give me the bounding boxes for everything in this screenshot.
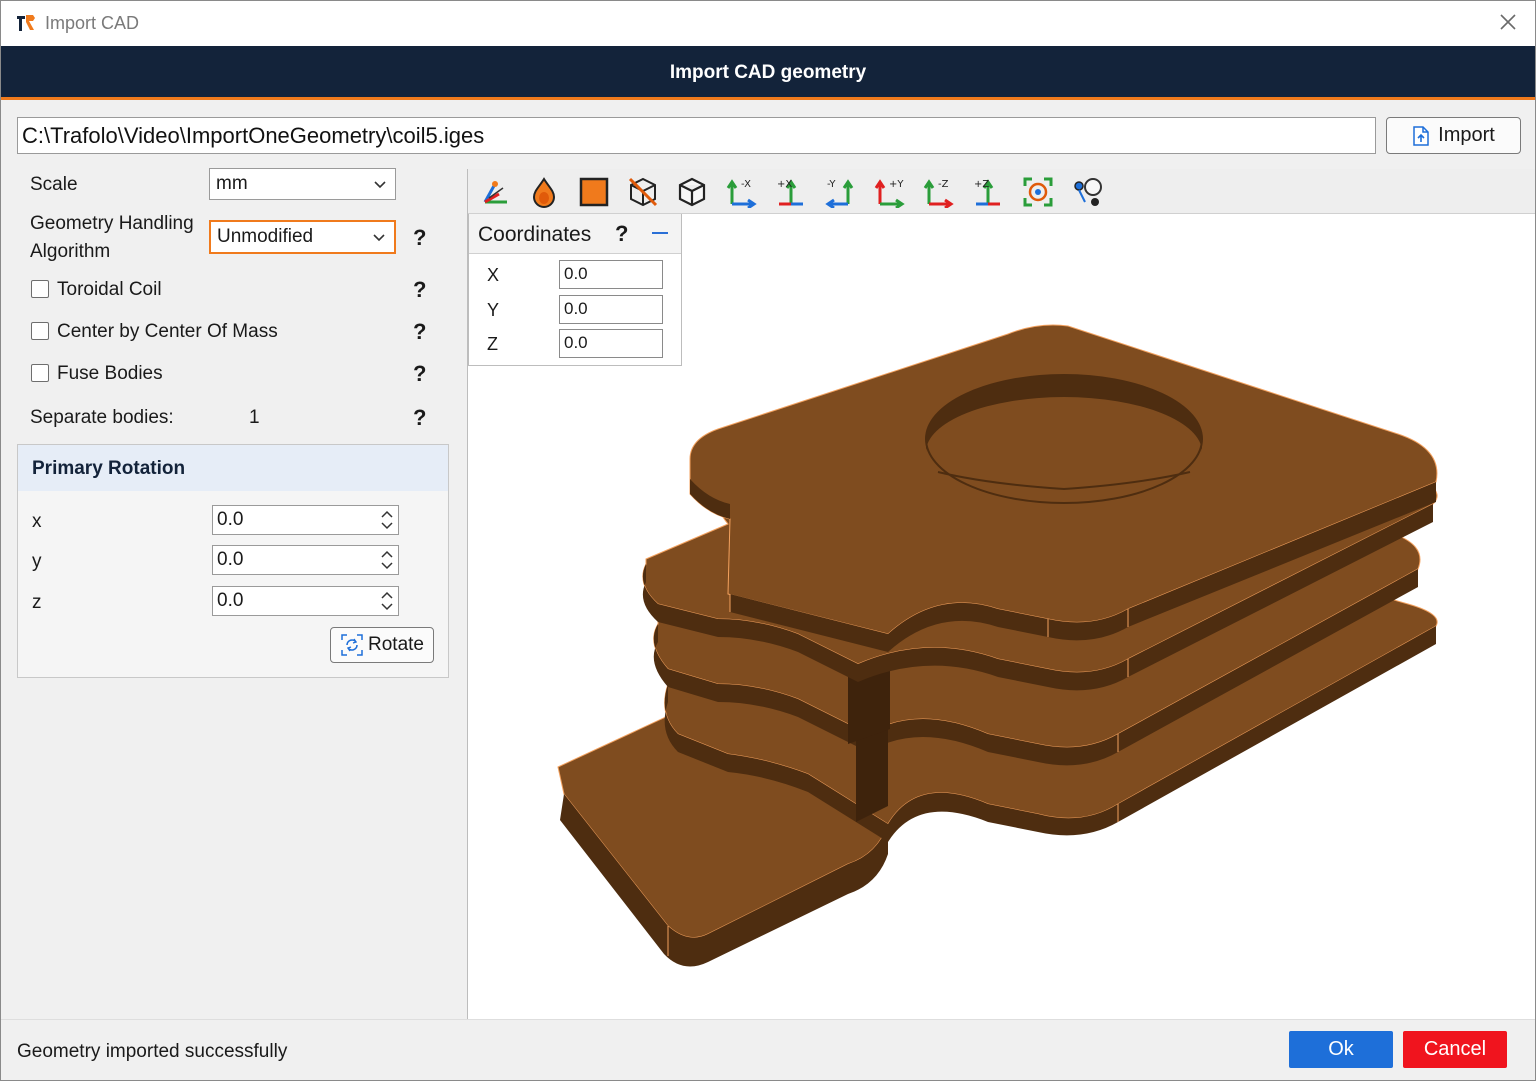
- close-icon[interactable]: [1497, 11, 1519, 33]
- cancel-button[interactable]: Cancel: [1403, 1031, 1507, 1068]
- scale-label: Scale: [30, 174, 78, 195]
- axis-plus-z-label: +Z: [974, 179, 989, 190]
- window-title: Import CAD: [45, 13, 140, 33]
- coordinates-header: Coordinates ?: [469, 214, 681, 254]
- separate-bodies-value: 1: [249, 407, 260, 428]
- 3d-viewport[interactable]: -X +X -Y +Y -Z +Z Coordinates ? X 0.0 Y …: [467, 169, 1535, 1019]
- algorithm-label-line1: Geometry Handling: [30, 213, 194, 234]
- toroidal-help-icon[interactable]: ?: [413, 277, 426, 303]
- spin-arrows-icon[interactable]: [380, 508, 394, 532]
- ok-button[interactable]: Ok: [1289, 1031, 1393, 1068]
- minimize-icon[interactable]: [652, 232, 668, 234]
- coord-y-label: Y: [487, 300, 500, 320]
- import-button[interactable]: Import: [1386, 117, 1521, 154]
- view-toolbar: -X +X -Y +Y -Z +Z: [468, 169, 1535, 214]
- axis-minus-x-label: -X: [741, 179, 751, 190]
- axis-minus-z-label: -Z: [938, 179, 949, 190]
- coord-z-label: Z: [487, 334, 498, 354]
- chevron-down-icon: [373, 234, 385, 242]
- primary-rotation-title: Primary Rotation: [32, 458, 186, 479]
- axis-plus-y-label: +Y: [889, 179, 904, 190]
- view-plus-x-icon[interactable]: +X: [773, 174, 809, 210]
- dialog-header: Import CAD geometry: [1, 46, 1535, 100]
- import-cad-window: Import CAD Import CAD geometry Import Sc…: [0, 0, 1536, 1081]
- coord-x-field[interactable]: 0.0: [559, 260, 663, 289]
- spin-arrows-icon[interactable]: [380, 589, 394, 613]
- algorithm-value: Unmodified: [217, 226, 314, 247]
- solid-shading-icon[interactable]: [576, 174, 612, 210]
- rotate-icon: [341, 634, 363, 656]
- algorithm-select[interactable]: Unmodified: [209, 220, 396, 254]
- view-plus-y-icon[interactable]: +Y: [872, 174, 908, 210]
- rotation-y-spinbox[interactable]: 0.0: [212, 545, 399, 575]
- rotation-z-value: 0.0: [217, 590, 244, 611]
- center-mass-help-icon[interactable]: ?: [413, 319, 426, 345]
- file-path-input[interactable]: [17, 117, 1376, 154]
- axis-plus-x-label: +X: [777, 179, 792, 190]
- coord-y-field[interactable]: 0.0: [559, 295, 663, 324]
- status-bar: Geometry imported successfully Ok Cancel: [1, 1019, 1535, 1080]
- fuse-bodies-help-icon[interactable]: ?: [413, 361, 426, 387]
- coordinates-title: Coordinates: [478, 223, 592, 246]
- fit-view-icon[interactable]: [1020, 174, 1056, 210]
- rotate-button-label: Rotate: [368, 634, 424, 655]
- rotation-x-label: x: [32, 511, 42, 532]
- rotation-z-spinbox[interactable]: 0.0: [212, 586, 399, 616]
- axis-minus-y-label: -Y: [827, 179, 836, 190]
- axes-view-icon[interactable]: [477, 174, 513, 210]
- coordinates-panel: Coordinates ? X 0.0 Y 0.0 Z 0.0: [468, 214, 682, 366]
- hide-geometry-icon[interactable]: [625, 174, 661, 210]
- rotation-x-spinbox[interactable]: 0.0: [212, 505, 399, 535]
- view-minus-y-icon[interactable]: -Y: [822, 174, 858, 210]
- algorithm-help-icon[interactable]: ?: [413, 225, 426, 251]
- coord-z-field[interactable]: 0.0: [559, 329, 663, 358]
- import-file-icon: [1413, 125, 1429, 146]
- rotation-y-label: y: [32, 551, 42, 572]
- toroidal-coil-label: Toroidal Coil: [57, 279, 162, 300]
- algorithm-label-line2: Algorithm: [30, 241, 111, 262]
- view-plus-z-icon[interactable]: +Z: [970, 174, 1006, 210]
- point-select-icon[interactable]: [1069, 174, 1105, 210]
- separate-bodies-label: Separate bodies:: [30, 407, 174, 428]
- scale-value: mm: [216, 173, 248, 194]
- chevron-down-icon: [374, 181, 386, 189]
- rotation-y-value: 0.0: [217, 549, 244, 570]
- toroidal-coil-checkbox[interactable]: [31, 280, 49, 298]
- spin-arrows-icon[interactable]: [380, 548, 394, 572]
- rotate-button[interactable]: Rotate: [330, 627, 434, 663]
- color-drop-icon[interactable]: [526, 174, 562, 210]
- status-text: Geometry imported successfully: [17, 1041, 288, 1062]
- trafolo-app-icon: [17, 15, 35, 31]
- rotation-z-label: z: [32, 592, 42, 613]
- view-minus-x-icon[interactable]: -X: [724, 174, 760, 210]
- fuse-bodies-checkbox[interactable]: [31, 364, 49, 382]
- center-mass-label: Center by Center Of Mass: [57, 321, 278, 342]
- scale-select[interactable]: mm: [209, 168, 396, 200]
- primary-rotation-header: Primary Rotation: [18, 445, 448, 491]
- coord-x-label: X: [487, 265, 500, 285]
- view-minus-z-icon[interactable]: -Z: [921, 174, 957, 210]
- box-view-icon[interactable]: [674, 174, 710, 210]
- import-button-label: Import: [1438, 124, 1495, 146]
- center-mass-checkbox[interactable]: [31, 322, 49, 340]
- coordinates-help-icon[interactable]: ?: [615, 221, 628, 247]
- separate-bodies-help-icon[interactable]: ?: [413, 405, 426, 431]
- title-bar: Import CAD: [1, 1, 1535, 46]
- rotation-x-value: 0.0: [217, 509, 244, 530]
- fuse-bodies-label: Fuse Bodies: [57, 363, 163, 384]
- header-title: Import CAD geometry: [669, 62, 867, 83]
- primary-rotation-group: Primary Rotation x 0.0 y 0.0 z 0.0 Rotat…: [17, 444, 449, 678]
